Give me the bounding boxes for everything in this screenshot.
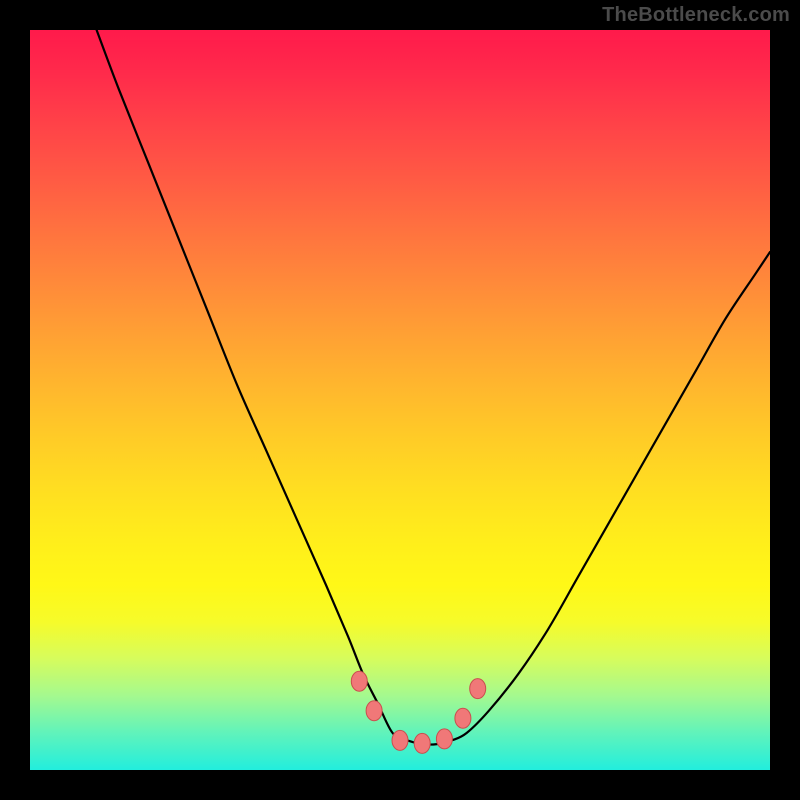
watermark-text: TheBottleneck.com	[602, 4, 790, 27]
trough-marker	[351, 671, 367, 691]
curve-layer	[97, 30, 770, 745]
trough-marker	[414, 733, 430, 753]
trough-marker	[470, 679, 486, 699]
trough-marker	[436, 729, 452, 749]
trough-markers-group	[351, 671, 485, 753]
plot-area	[30, 30, 770, 770]
chart-svg	[30, 30, 770, 770]
bottleneck-curve	[97, 30, 770, 745]
trough-marker	[392, 730, 408, 750]
trough-marker	[366, 701, 382, 721]
outer-frame: TheBottleneck.com	[0, 0, 800, 800]
trough-marker	[455, 708, 471, 728]
